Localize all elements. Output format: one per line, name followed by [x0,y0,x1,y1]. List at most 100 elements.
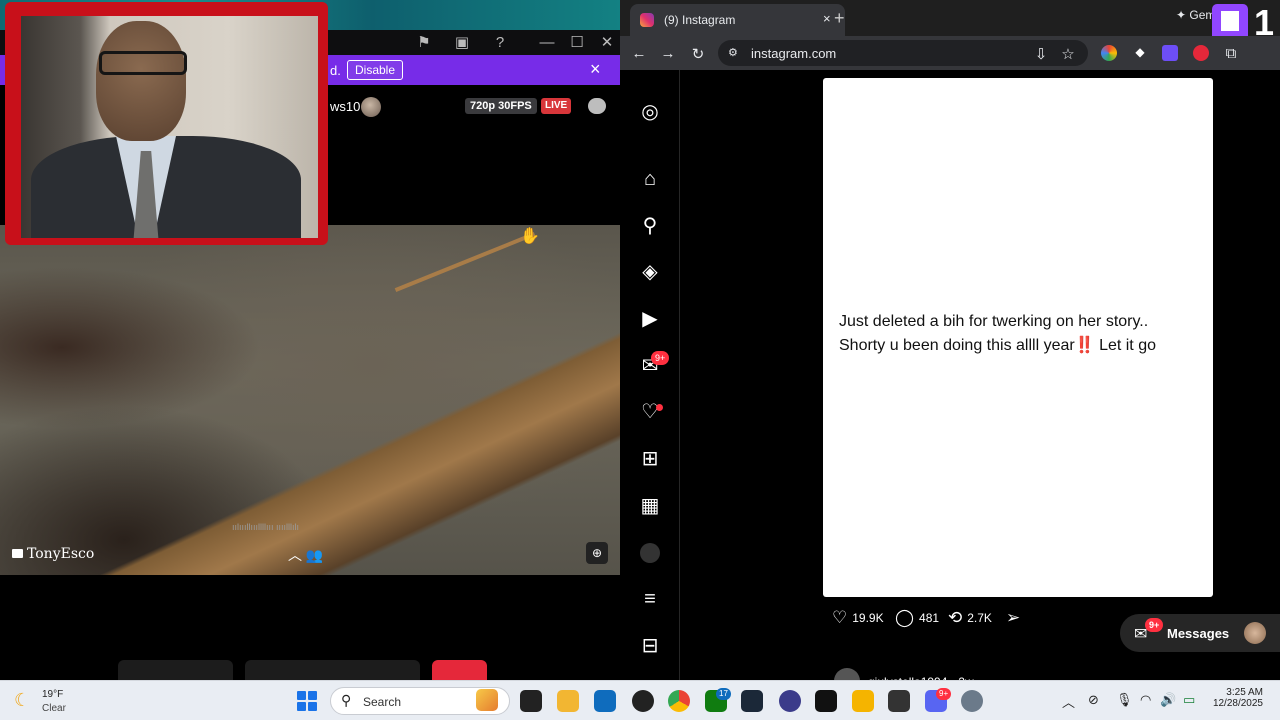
wifi-icon[interactable]: ◠ [1140,692,1151,708]
instagram-sidebar: ◎ ⌂ ⚲ ◈ ▶ ✉ ♡ ⊞ ▦ ≡ ⊟ [620,70,680,680]
repost-count: 2.7K [967,611,992,625]
rockstar-icon[interactable] [852,690,874,712]
channel-avatar[interactable] [361,97,381,117]
search-icon[interactable]: ⚲ [638,214,662,238]
color-extension-icon[interactable] [1101,45,1117,61]
explore-compass-icon[interactable]: ◈ [638,260,662,284]
post-text: Just deleted a bih for twerking on her s… [839,310,1204,358]
zoom-icon[interactable]: ⊕ [586,542,608,564]
notice-text: d. [330,63,341,78]
task-view-icon[interactable] [520,690,542,712]
maximize-icon[interactable]: ☐ [567,33,587,53]
chrome-icon[interactable] [668,690,690,712]
diamond-extension-icon[interactable]: ◆ [1132,45,1148,61]
twitch-extension-icon[interactable] [1162,45,1178,61]
minimize-icon[interactable]: — [537,33,557,53]
also-from-meta-icon[interactable]: ⊟ [638,634,662,658]
create-plus-icon[interactable]: ⊞ [638,447,662,471]
7zip-icon[interactable] [888,690,910,712]
epic-games-icon[interactable] [815,690,837,712]
webcam-overlay [5,2,328,245]
collapse-people-icon[interactable]: ︿ 👥 [288,545,323,565]
address-bar: ← → ↻ ⚙ instagram.com ⇩ ☆ ◆ ⧉ [620,36,1280,70]
red-extension-icon[interactable] [1193,45,1209,61]
file-explorer-icon[interactable] [557,690,579,712]
profile-avatar[interactable] [640,543,660,563]
tab-close-icon[interactable]: × [823,11,831,26]
gemini-button[interactable]: ✦ Gem [1176,8,1215,22]
site-settings-icon[interactable]: ⚙ [728,46,742,60]
steam-icon[interactable] [741,690,763,712]
tab-instagram[interactable]: (9) Instagram × [630,4,845,36]
messages-label: Messages [1167,626,1230,641]
live-badge: LIVE [541,98,572,114]
mouse-cursor-icon: ✋ [520,228,540,245]
messages-avatar [1244,622,1266,644]
heart-icon: ♡ [832,608,848,627]
reels-icon[interactable]: ▶ [638,307,662,331]
share-icon: ➢ [1006,608,1021,627]
url-text[interactable]: instagram.com [751,46,836,61]
instagram-favicon-icon [640,13,654,27]
settings-gear-icon[interactable] [961,690,983,712]
dashboard-icon[interactable]: ▦ [638,494,662,518]
flag-icon[interactable]: ⚑ [414,33,434,53]
more-menu-icon[interactable]: ≡ [638,587,662,611]
search-highlight-icon[interactable] [476,689,498,711]
repost-button[interactable]: ⟲ 2.7K [948,608,992,628]
extensions-puzzle-icon[interactable]: ⧉ [1222,45,1240,62]
post-text-line-1: Just deleted a bih for twerking on her s… [839,313,1149,330]
post-actions: ♡ 19.9K ◯ 481 ⟲ 2.7K ➢ [832,606,1092,630]
obs-icon[interactable] [632,690,654,712]
help-icon[interactable]: ? [490,33,510,53]
mic-controls[interactable] [118,660,233,680]
volume-icon[interactable]: 🔊 [1160,692,1176,708]
install-app-icon[interactable]: ⇩ [1032,45,1050,63]
post-text-line-2: Shorty u been doing this allll year‼️ Le… [839,337,1156,354]
repost-icon: ⟲ [948,608,963,627]
clock[interactable]: 3:25 AM 12/28/2025 [1207,687,1263,709]
new-tab-icon[interactable]: + [834,8,845,29]
like-button[interactable]: ♡ 19.9K [832,608,884,628]
monitor-icon [12,549,23,558]
messages-button[interactable]: ✉ 9+ Messages [1120,614,1280,652]
chat-icon[interactable] [588,98,606,114]
reload-icon[interactable]: ↻ [689,45,707,63]
messenger-badge: 9+ [651,351,670,365]
clock-date: 12/28/2025 [1212,698,1263,709]
tab-title: (9) Instagram [664,13,736,27]
weather-condition: Clear [42,703,66,714]
notice-close-icon[interactable]: × [590,60,601,78]
home-icon[interactable]: ⌂ [638,167,662,191]
channel-name[interactable]: ws10 [330,99,360,114]
app-ring-icon[interactable] [779,690,801,712]
like-count: 19.9K [852,611,884,625]
streamer-tag[interactable]: TonyEsco [12,546,94,562]
clock-time: 3:25 AM [1226,687,1263,698]
search-icon: ⚲ [341,692,352,708]
instagram-logo-icon[interactable]: ◎ [638,100,662,124]
forward-icon[interactable]: → [659,45,677,62]
microphone-icon[interactable]: 🎙 [1116,692,1133,708]
picture-in-picture-icon[interactable]: ▣ [452,33,472,53]
bookmark-star-icon[interactable]: ☆ [1059,45,1077,63]
comment-button[interactable]: ◯ 481 [895,608,939,628]
weather-temp: 19°F [42,689,64,700]
battery-icon[interactable]: ▭ [1183,692,1195,708]
start-button[interactable] [297,691,317,711]
share-button[interactable]: ➢ [1006,608,1020,628]
discord-badge: 9+ [936,688,952,700]
network-off-icon[interactable]: ⊘ [1088,692,1099,708]
xbox-badge: 17 [716,688,731,700]
streamer-name: TonyEsco [27,546,95,562]
back-icon[interactable]: ← [630,45,648,62]
moon-icon: ☾ [14,690,31,710]
end-call-button[interactable] [432,660,487,680]
tray-chevron-icon[interactable]: ︿ [1062,692,1075,711]
store-icon[interactable] [594,690,616,712]
media-controls[interactable] [245,660,420,680]
post-image[interactable]: Just deleted a bih for twerking on her s… [823,78,1213,597]
close-icon[interactable]: ✕ [597,33,617,53]
disable-button[interactable]: Disable [347,60,404,80]
messages-badge: 9+ [1145,618,1164,632]
